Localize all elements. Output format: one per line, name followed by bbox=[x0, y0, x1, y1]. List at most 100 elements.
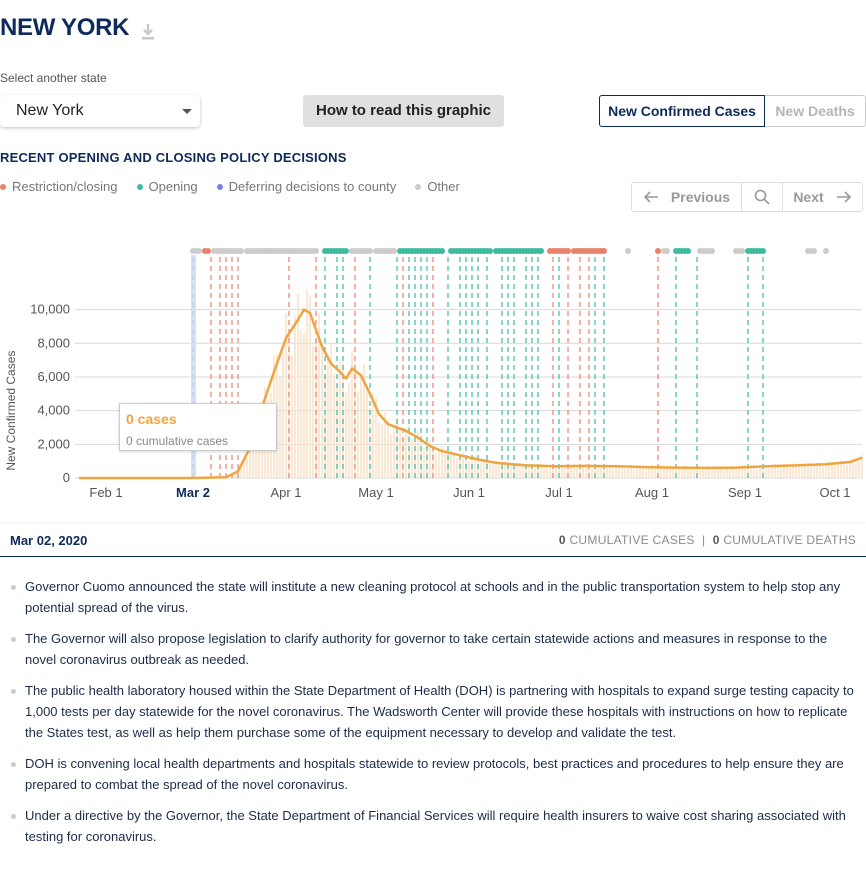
daily-bar bbox=[294, 316, 296, 478]
daily-bar bbox=[648, 467, 650, 478]
download-icon[interactable] bbox=[139, 22, 157, 42]
daily-bar bbox=[858, 460, 860, 478]
y-tick-label: 0 bbox=[63, 470, 70, 485]
legend-item-deferring: Deferring decisions to county bbox=[216, 179, 396, 194]
x-tick-label: May 1 bbox=[358, 485, 393, 500]
policy-dot bbox=[811, 248, 817, 254]
daily-bar bbox=[825, 465, 827, 478]
daily-bar bbox=[666, 468, 668, 478]
daily-bar bbox=[300, 329, 302, 478]
daily-bar bbox=[726, 467, 728, 478]
daily-bar bbox=[378, 421, 380, 478]
daily-bar bbox=[621, 466, 623, 478]
deferring-dot-icon bbox=[216, 183, 223, 190]
y-tick-label: 2,000 bbox=[37, 436, 70, 451]
policy-dot bbox=[625, 248, 631, 254]
daily-bar bbox=[291, 355, 293, 478]
daily-bar bbox=[744, 468, 746, 478]
daily-bar bbox=[423, 447, 425, 478]
daily-bar bbox=[615, 466, 617, 478]
x-tick-label: Jul 1 bbox=[545, 485, 572, 500]
daily-bar bbox=[309, 295, 311, 478]
metric-tabs: New Confirmed Cases New Deaths bbox=[599, 95, 866, 127]
x-tick-label: Aug 1 bbox=[635, 485, 669, 500]
y-tick-label: 10,000 bbox=[30, 302, 70, 317]
daily-bar bbox=[732, 468, 734, 478]
daily-bar bbox=[279, 375, 281, 478]
daily-bar bbox=[366, 391, 368, 478]
cases-chart: 0 2,000 4,000 6,000 8,000 10,000 Feb 1 Mar 2 Apr… bbox=[4, 248, 863, 500]
daily-bar bbox=[372, 393, 374, 478]
daily-bar bbox=[654, 467, 656, 478]
daily-bar bbox=[768, 468, 770, 478]
policy-dot bbox=[709, 248, 715, 254]
daily-bar bbox=[348, 383, 350, 478]
daily-bar bbox=[345, 392, 347, 478]
daily-bar bbox=[435, 453, 437, 478]
daily-bar bbox=[306, 289, 308, 478]
search-button[interactable] bbox=[742, 183, 783, 211]
daily-bar bbox=[711, 469, 713, 478]
arrow-left-icon bbox=[643, 191, 658, 203]
daily-bar bbox=[522, 466, 524, 478]
selected-date: Mar 02, 2020 bbox=[10, 533, 88, 548]
daily-bar bbox=[282, 352, 284, 478]
x-tick-label: Sep 1 bbox=[728, 485, 762, 500]
policy-section-title: RECENT OPENING AND CLOSING POLICY DECISI… bbox=[0, 150, 347, 165]
policy-dot bbox=[823, 248, 829, 254]
legend-item-opening: Opening bbox=[136, 179, 198, 194]
daily-bar bbox=[480, 462, 482, 478]
daily-bar bbox=[600, 467, 602, 478]
date-bar: Mar 02, 2020 0 CUMULATIVE CASES | 0 CUMU… bbox=[0, 524, 866, 557]
daily-bar bbox=[714, 468, 716, 478]
daily-bar bbox=[777, 467, 779, 478]
daily-bar bbox=[831, 463, 833, 478]
daily-bar bbox=[582, 465, 584, 478]
daily-bar bbox=[687, 467, 689, 478]
daily-bar bbox=[492, 463, 494, 478]
list-item: Governor Cuomo announced the state will … bbox=[0, 576, 866, 618]
daily-bar bbox=[393, 427, 395, 478]
daily-bar bbox=[846, 464, 848, 478]
legend-item-closing: Restriction/closing bbox=[0, 179, 118, 194]
daily-bar bbox=[813, 466, 815, 478]
tooltip-cumulative: 0 cumulative cases bbox=[126, 434, 229, 448]
y-tick-label: 6,000 bbox=[37, 369, 70, 384]
previous-button[interactable]: Previous bbox=[632, 183, 742, 211]
daily-bar bbox=[765, 466, 767, 478]
daily-bar bbox=[834, 466, 836, 478]
daily-bar bbox=[759, 466, 761, 478]
daily-bar bbox=[798, 465, 800, 478]
how-to-read-button[interactable]: How to read this graphic bbox=[303, 95, 504, 127]
daily-bar bbox=[339, 360, 341, 478]
state-select[interactable]: New York bbox=[0, 95, 200, 127]
daily-bar bbox=[411, 438, 413, 478]
daily-bar bbox=[360, 375, 362, 478]
tab-new-deaths[interactable]: New Deaths bbox=[765, 95, 866, 127]
daily-bar bbox=[810, 465, 812, 478]
policy-dot bbox=[238, 248, 244, 254]
x-tick-label: Oct 1 bbox=[819, 485, 850, 500]
x-tick-label: Mar 2 bbox=[176, 485, 210, 500]
daily-bar bbox=[843, 463, 845, 478]
next-button[interactable]: Next bbox=[783, 183, 862, 211]
x-tick-label: Feb 1 bbox=[89, 485, 122, 500]
daily-bar bbox=[381, 424, 383, 478]
policy-legend: Restriction/closing Opening Deferring de… bbox=[0, 179, 479, 194]
daily-bar bbox=[678, 469, 680, 478]
daily-bar bbox=[780, 467, 782, 478]
daily-bar bbox=[570, 466, 572, 478]
daily-bar bbox=[702, 469, 704, 478]
y-axis-label: New Confirmed Cases bbox=[4, 351, 18, 471]
policy-dot bbox=[760, 248, 766, 254]
arrow-right-icon bbox=[836, 191, 851, 203]
daily-bar bbox=[576, 465, 578, 478]
policy-dot bbox=[343, 248, 349, 254]
daily-bar bbox=[681, 468, 683, 478]
tab-new-confirmed-cases[interactable]: New Confirmed Cases bbox=[599, 95, 765, 127]
policy-dot bbox=[538, 248, 544, 254]
daily-bar bbox=[633, 468, 635, 478]
state-select-value: New York bbox=[16, 102, 84, 119]
daily-bar bbox=[390, 434, 392, 478]
legend-item-other: Other bbox=[415, 179, 460, 194]
